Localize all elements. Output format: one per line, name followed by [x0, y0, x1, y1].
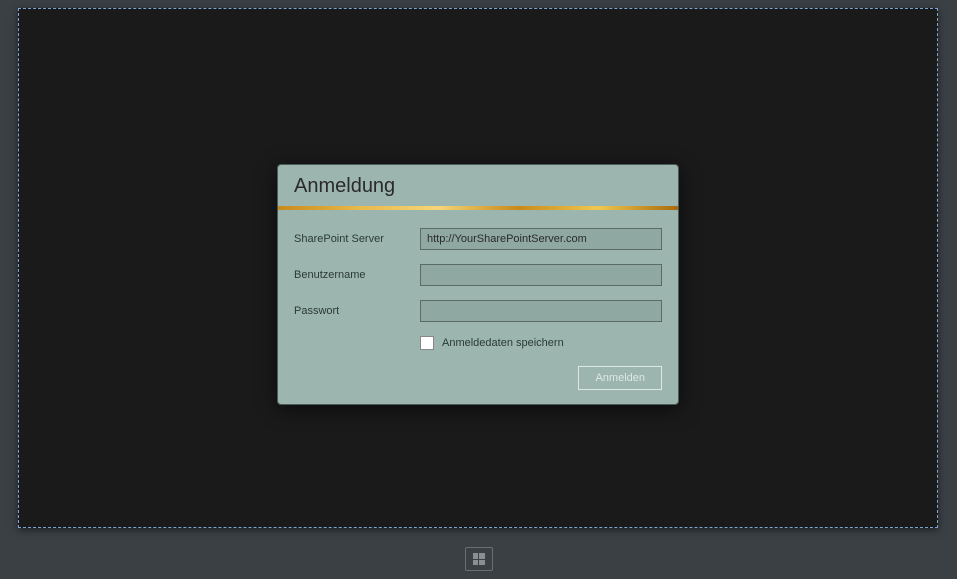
- button-row: Anmelden: [294, 366, 662, 390]
- start-button[interactable]: [465, 547, 493, 571]
- dialog-body: SharePoint Server Benutzername Passwort …: [278, 210, 678, 404]
- password-label: Passwort: [294, 305, 420, 317]
- windows-icon: [473, 553, 485, 565]
- server-row: SharePoint Server: [294, 228, 662, 250]
- remember-checkbox[interactable]: [420, 336, 434, 350]
- username-label: Benutzername: [294, 269, 420, 281]
- remember-row: Anmeldedaten speichern: [420, 336, 662, 350]
- remember-label: Anmeldedaten speichern: [442, 337, 564, 349]
- taskbar: [0, 539, 957, 579]
- server-input[interactable]: [420, 228, 662, 250]
- username-input[interactable]: [420, 264, 662, 286]
- designer-canvas: Anmeldung SharePoint Server Benutzername…: [18, 8, 938, 528]
- dialog-header: Anmeldung: [278, 165, 678, 206]
- login-button[interactable]: Anmelden: [578, 366, 662, 390]
- dialog-title: Anmeldung: [294, 175, 662, 198]
- password-row: Passwort: [294, 300, 662, 322]
- server-label: SharePoint Server: [294, 233, 420, 245]
- username-row: Benutzername: [294, 264, 662, 286]
- password-input[interactable]: [420, 300, 662, 322]
- login-dialog: Anmeldung SharePoint Server Benutzername…: [277, 164, 679, 405]
